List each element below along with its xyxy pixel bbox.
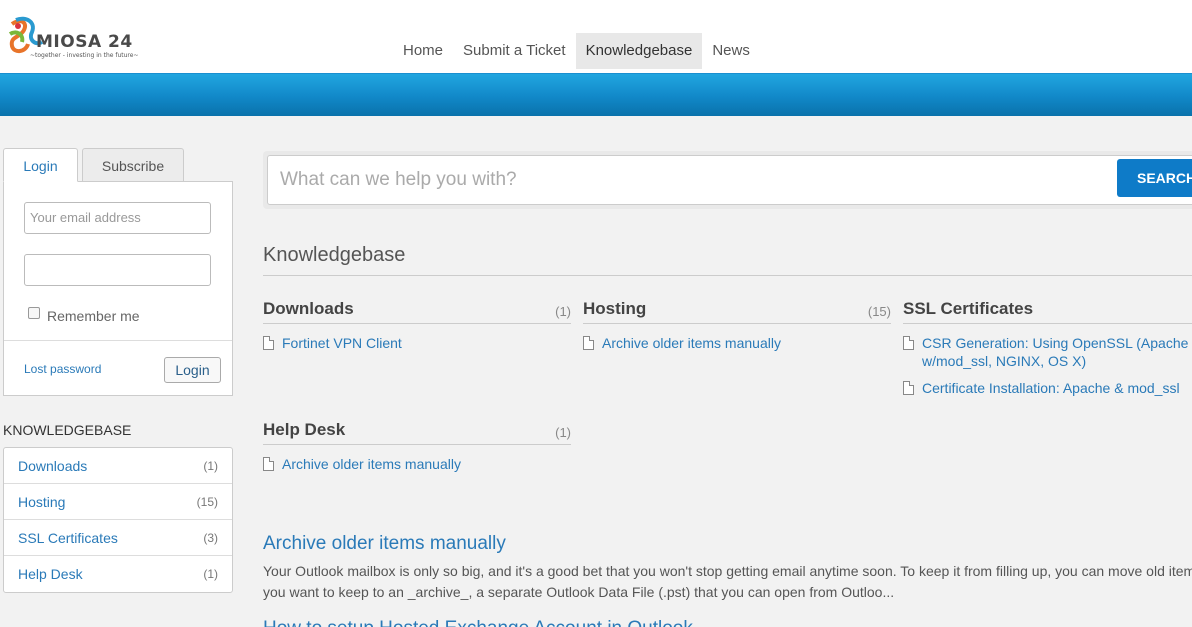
sidebar-kb-list: Downloads (1) Hosting (15) SSL Certifica… [3,447,233,593]
search-bar: What can we help you with? SEARCH [263,151,1192,209]
nav-knowledgebase[interactable]: Knowledgebase [575,33,703,69]
sidebar-item-label: Downloads [18,457,88,474]
sidebar-item-label: Help Desk [18,566,83,582]
nav-news[interactable]: News [702,33,760,69]
category-title[interactable]: Help Desk [263,420,345,440]
category-downloads: Downloads (1) Fortinet VPN Client [263,299,571,352]
category-title[interactable]: Hosting [583,299,646,319]
document-icon [903,381,914,395]
tab-login[interactable]: Login [3,148,78,182]
article-link[interactable]: CSR Generation: Using OpenSSL (Apache w/… [903,334,1192,370]
document-icon [263,457,274,471]
logo[interactable]: MIOSA 24 ~together - investing in the fu… [6,14,156,62]
document-icon [903,336,914,350]
header: MIOSA 24 ~together - investing in the fu… [0,0,1192,74]
category-ssl-certificates: SSL Certificates CSR Generation: Using O… [903,299,1192,397]
search-button[interactable]: SEARCH [1117,159,1192,197]
tab-subscribe[interactable]: Subscribe [82,148,184,182]
remember-me[interactable]: Remember me [28,307,140,324]
article-link[interactable]: Archive older items manually [263,455,571,473]
banner-bar [0,74,1192,116]
article-title[interactable]: CSR Generation: Using OpenSSL (Apache w/… [922,334,1192,370]
sidebar-item-count: (1) [203,567,218,581]
category-count: (1) [555,304,571,319]
page-title: Knowledgebase [263,244,406,266]
remember-checkbox[interactable] [28,307,40,319]
article-link[interactable]: Certificate Installation: Apache & mod_s… [903,379,1192,397]
category-count: (15) [867,304,891,319]
divider [263,275,1192,276]
document-icon [583,336,594,350]
logo-text: MIOSA 24 [36,32,133,52]
category-header: Hosting (15) [583,299,891,324]
nav-submit-ticket[interactable]: Submit a Ticket [453,33,576,69]
email-field[interactable]: Your email address [24,202,211,234]
sidebar-item-label: SSL Certificates [18,529,118,546]
category-header: Downloads (1) [263,299,571,324]
sidebar-item-count: (3) [203,530,218,545]
sidebar-item-count: (1) [203,458,218,473]
article-title[interactable]: Fortinet VPN Client [282,334,402,352]
sidebar-item-downloads[interactable]: Downloads (1) [4,448,232,484]
article-title[interactable]: Certificate Installation: Apache & mod_s… [922,379,1180,397]
featured-article-excerpt: Your Outlook mailbox is only so big, and… [263,563,1192,600]
login-button[interactable]: Login [164,357,221,383]
article-title[interactable]: Archive older items manually [282,455,461,473]
document-icon [263,336,274,350]
next-article-title[interactable]: How to setup Hosted Exchange Account in … [263,618,693,627]
article-link[interactable]: Archive older items manually [583,334,891,352]
category-header: SSL Certificates [903,299,1192,324]
category-header: Help Desk (1) [263,420,571,445]
main-nav: Home Submit a Ticket Knowledgebase News [393,33,760,69]
article-link[interactable]: Fortinet VPN Client [263,334,571,352]
nav-home[interactable]: Home [393,33,453,69]
sidebar-item-count: (15) [196,494,218,509]
password-field[interactable] [24,254,211,286]
login-tabs: Login Subscribe [3,148,233,182]
category-title[interactable]: Downloads [263,299,354,319]
category-hosting: Hosting (15) Archive older items manuall… [583,299,891,352]
category-title[interactable]: SSL Certificates [903,299,1033,319]
remember-label: Remember me [47,308,140,324]
featured-article-title[interactable]: Archive older items manually [263,533,506,555]
search-input[interactable]: What can we help you with? [267,155,1192,205]
lost-password-link[interactable]: Lost password [24,362,101,376]
login-panel: Your email address Remember me Lost pass… [3,181,233,396]
sidebar-item-help-desk[interactable]: Help Desk (1) [4,556,232,592]
sidebar-item-hosting[interactable]: Hosting (15) [4,484,232,520]
category-count: (1) [555,425,571,440]
logo-tagline: ~together - investing in the future~ [30,52,139,59]
article-title[interactable]: Archive older items manually [602,334,781,352]
category-help-desk: Help Desk (1) Archive older items manual… [263,420,571,473]
sidebar-item-label: Hosting [18,493,66,510]
sidebar-item-ssl-certificates[interactable]: SSL Certificates (3) [4,520,232,556]
divider [4,340,232,341]
sidebar-kb-heading: KNOWLEDGEBASE [3,422,132,438]
